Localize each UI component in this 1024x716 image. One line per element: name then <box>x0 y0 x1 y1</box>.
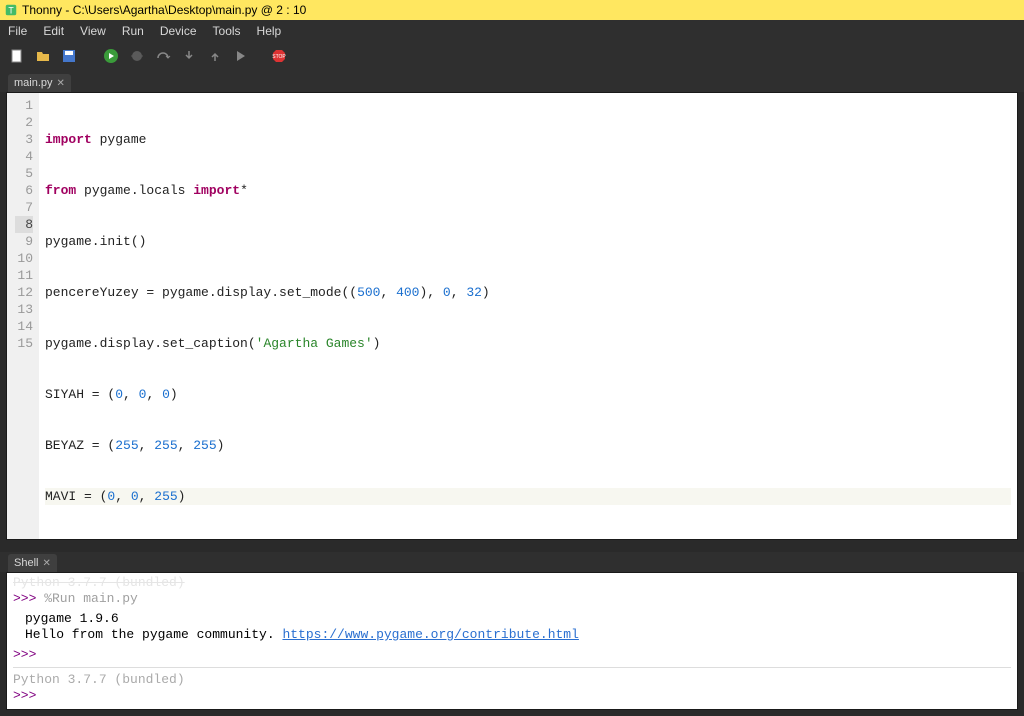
tab-label: Shell <box>14 557 38 569</box>
close-icon[interactable]: ✕ <box>42 558 50 569</box>
shell-panel[interactable]: Python 3.7.7 (bundled) >>> %Run main.py … <box>6 572 1018 710</box>
pygame-link[interactable]: https://www.pygame.org/contribute.html <box>282 627 578 642</box>
line-gutter: 123456789101112131415 <box>7 93 39 539</box>
step-over-icon[interactable] <box>154 47 172 65</box>
run-icon[interactable] <box>102 47 120 65</box>
app-icon: T <box>4 3 18 17</box>
menu-bar: File Edit View Run Device Tools Help <box>0 20 1024 42</box>
shell-status: Python 3.7.7 (bundled) <box>13 672 1011 688</box>
step-into-icon[interactable] <box>180 47 198 65</box>
menu-edit[interactable]: Edit <box>43 24 64 38</box>
pane-splitter[interactable] <box>0 544 1024 552</box>
resume-icon[interactable] <box>232 47 250 65</box>
panel-tabs: Shell ✕ <box>0 552 1024 572</box>
tab-shell[interactable]: Shell ✕ <box>8 554 57 572</box>
shell-output: Hello from the pygame community. https:/… <box>13 627 1011 643</box>
title-bar: T Thonny - C:\Users\Agartha\Desktop\main… <box>0 0 1024 20</box>
menu-help[interactable]: Help <box>257 24 282 38</box>
shell-prompt[interactable]: >>> <box>13 688 1011 704</box>
shell-prompt[interactable]: >>> <box>13 647 1011 663</box>
save-icon[interactable] <box>60 47 78 65</box>
svg-text:T: T <box>8 6 14 16</box>
menu-file[interactable]: File <box>8 24 27 38</box>
tab-label: main.py <box>14 77 53 89</box>
tab-main-py[interactable]: main.py ✕ <box>8 74 71 92</box>
shell-line: >>> %Run main.py <box>13 591 1011 607</box>
close-icon[interactable]: ✕ <box>57 78 65 89</box>
new-file-icon[interactable] <box>8 47 26 65</box>
shell-faded-line: Python 3.7.7 (bundled) <box>13 575 1011 591</box>
menu-device[interactable]: Device <box>160 24 197 38</box>
open-file-icon[interactable] <box>34 47 52 65</box>
debug-icon[interactable] <box>128 47 146 65</box>
menu-tools[interactable]: Tools <box>213 24 241 38</box>
svg-text:STOP: STOP <box>272 54 286 60</box>
stop-icon[interactable]: STOP <box>270 47 288 65</box>
shell-output: pygame 1.9.6 <box>13 611 1011 627</box>
code-editor[interactable]: 123456789101112131415 import pygame from… <box>6 92 1018 540</box>
editor-tabs: main.py ✕ <box>0 70 1024 92</box>
code-area[interactable]: import pygame from pygame.locals import*… <box>39 93 1017 539</box>
shell-divider <box>13 667 1011 668</box>
menu-view[interactable]: View <box>80 24 106 38</box>
window-title: Thonny - C:\Users\Agartha\Desktop\main.p… <box>22 3 306 17</box>
step-out-icon[interactable] <box>206 47 224 65</box>
toolbar: STOP <box>0 42 1024 70</box>
menu-run[interactable]: Run <box>122 24 144 38</box>
